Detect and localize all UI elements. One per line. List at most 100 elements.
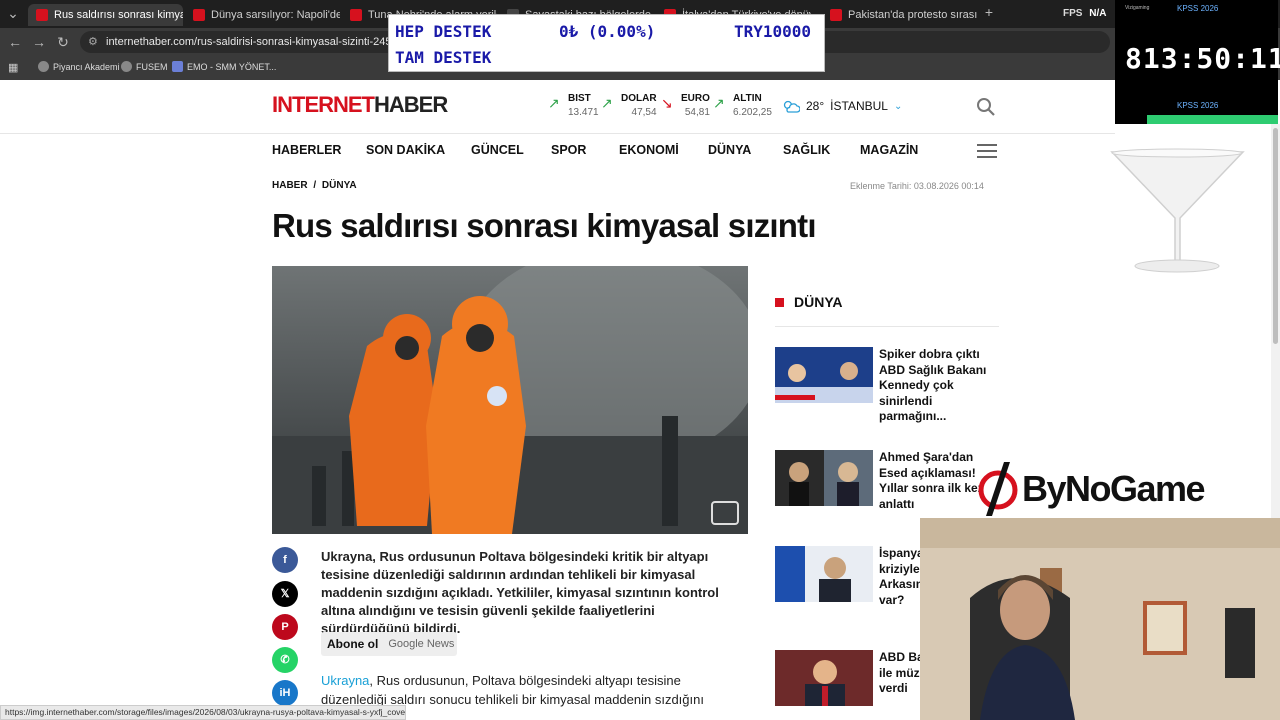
site-info-icon[interactable]: ⚙ bbox=[88, 31, 98, 53]
timer-brand: Vizigaming bbox=[1125, 5, 1150, 11]
site-logo[interactable]: INTERNETHABER bbox=[272, 92, 448, 118]
timer-label-top: KPSS 2026 bbox=[1177, 4, 1219, 13]
article-body-link[interactable]: Ukrayna bbox=[321, 673, 369, 688]
market-value: 47,54 bbox=[631, 107, 657, 118]
subscribe-label: Abone ol bbox=[327, 637, 379, 651]
fps-label: FPS bbox=[1063, 8, 1083, 19]
countdown-clock: 813:50:11 bbox=[1125, 42, 1280, 75]
weather-temp: 28° bbox=[806, 99, 825, 113]
market-name: EURO bbox=[681, 93, 710, 104]
site-header: INTERNETHABER ↗ BIST 13.471 ↗ DOLAR 47,5… bbox=[0, 80, 1115, 134]
bookmark-item[interactable]: Piyancı Akademi bbox=[38, 61, 120, 72]
favicon-icon bbox=[36, 9, 48, 21]
bookmark-item[interactable]: EMO - SMM YÖNET... bbox=[172, 61, 276, 72]
forward-icon[interactable]: → bbox=[30, 33, 48, 51]
streamer-webcam-image bbox=[920, 518, 1280, 720]
ticker-amount: 0₺ (0.00%) bbox=[559, 22, 656, 41]
bookmark-favicon-icon bbox=[121, 61, 132, 72]
tab-search-icon[interactable]: ⌄ bbox=[4, 4, 22, 22]
webcam-overlay bbox=[920, 518, 1280, 720]
trend-up-icon: ↗ bbox=[713, 95, 725, 111]
section-marker-icon bbox=[775, 297, 784, 307]
bookmark-label: EMO - SMM YÖNET... bbox=[187, 61, 277, 72]
nav-item-guncel[interactable]: GÜNCEL bbox=[471, 143, 524, 157]
partly-cloudy-icon bbox=[783, 100, 800, 113]
sponsor-text: ByNoGame bbox=[1022, 468, 1206, 509]
article-title: Rus saldırısı sonrası kimyasal sızıntı bbox=[272, 207, 816, 244]
breadcrumb-section[interactable]: DÜNYA bbox=[322, 180, 357, 191]
market-altin[interactable]: ↗ ALTIN 6.202,25 bbox=[713, 93, 772, 118]
market-value: 54,81 bbox=[684, 107, 710, 118]
bookmark-label: FUSEM bbox=[136, 61, 168, 72]
tab[interactable]: Dünya sarsılıyor: Napoli'de 40 yı ✕ bbox=[185, 4, 340, 26]
market-euro[interactable]: ↘ EURO 54,81 bbox=[661, 93, 710, 118]
market-value: 13.471 bbox=[568, 107, 599, 118]
back-icon[interactable]: ← bbox=[6, 33, 24, 51]
market-name: ALTIN bbox=[733, 93, 762, 104]
market-dolar[interactable]: ↗ DOLAR 47,54 bbox=[601, 93, 657, 118]
nav-item-son-dakika[interactable]: SON DAKİKA bbox=[366, 143, 445, 157]
news-thumbnail bbox=[775, 650, 873, 706]
facebook-share-icon[interactable]: f bbox=[272, 547, 298, 573]
ticker-label: HEP DESTEK bbox=[395, 22, 492, 41]
scrollbar-thumb[interactable] bbox=[1273, 128, 1278, 344]
tab[interactable]: Pakistan'da protesto sırasında l ✕ bbox=[822, 4, 977, 26]
internethaber-share-icon[interactable]: iH bbox=[272, 680, 298, 706]
news-thumbnail bbox=[775, 347, 873, 403]
logo-part-2: HABER bbox=[374, 92, 448, 117]
fps-value: N/A bbox=[1089, 8, 1107, 19]
article-lead: Ukrayna, Rus ordusunun Poltava bölgesind… bbox=[321, 549, 719, 636]
nav-item-magazin[interactable]: MAGAZİN bbox=[860, 143, 918, 157]
menu-icon[interactable] bbox=[977, 144, 997, 158]
weather-widget[interactable]: 28° İSTANBUL ⌄ bbox=[782, 99, 902, 113]
apps-icon[interactable]: ▦ bbox=[8, 61, 18, 74]
google-news-subscribe-button[interactable]: Abone ol Google News bbox=[321, 632, 457, 656]
weather-city: İSTANBUL bbox=[830, 99, 888, 113]
bookmark-favicon-icon bbox=[172, 61, 183, 72]
article-date: Eklenme Tarihi: 03.08.2026 00:14 bbox=[850, 181, 984, 191]
nav-item-haberler[interactable]: HABERLER bbox=[272, 143, 341, 157]
article-hero-image[interactable] bbox=[272, 266, 748, 534]
nav-item-ekonomi[interactable]: EKONOMİ bbox=[619, 143, 679, 157]
tab-title: Rus saldırısı sonrası kimyasal sız bbox=[54, 9, 183, 21]
favicon-icon bbox=[193, 9, 205, 21]
pinterest-share-icon[interactable]: P bbox=[272, 614, 298, 640]
logo-part-1: INTERNET bbox=[272, 92, 375, 117]
favicon-icon bbox=[830, 9, 842, 21]
reload-icon[interactable]: ↻ bbox=[54, 33, 72, 51]
news-thumbnail bbox=[775, 546, 873, 602]
market-name: BIST bbox=[568, 93, 591, 104]
nav-item-dunya[interactable]: DÜNYA bbox=[708, 143, 751, 157]
timer-progress-bar bbox=[1147, 115, 1278, 124]
whatsapp-share-icon[interactable]: ✆ bbox=[272, 647, 298, 673]
trend-down-icon: ↘ bbox=[661, 95, 673, 111]
cocktail-glass-ad-image[interactable] bbox=[1110, 148, 1245, 276]
market-bist[interactable]: ↗ BIST 13.471 bbox=[548, 93, 599, 118]
timer-label-bottom: KPSS 2026 bbox=[1177, 101, 1219, 110]
tab-title: Pakistan'da protesto sırasında l bbox=[848, 9, 977, 21]
trend-up-icon: ↗ bbox=[601, 95, 613, 111]
hazmat-workers-image bbox=[272, 266, 748, 534]
breadcrumb-separator: / bbox=[313, 180, 317, 191]
sidebar-title: DÜNYA bbox=[775, 294, 843, 310]
chevron-down-icon[interactable]: ⌄ bbox=[894, 101, 902, 112]
main-nav: HABERLER SON DAKİKA GÜNCEL SPOR EKONOMİ … bbox=[0, 134, 1115, 168]
donation-ticker: HEP DESTEK 0₺ (0.00%) TRY10000 TAM DESTE… bbox=[388, 14, 825, 72]
tab-active[interactable]: Rus saldırısı sonrası kimyasal sız ✕ bbox=[28, 4, 183, 26]
market-name: DOLAR bbox=[621, 93, 657, 104]
x-share-icon[interactable]: 𝕏 bbox=[272, 581, 298, 607]
nav-item-saglik[interactable]: SAĞLIK bbox=[783, 143, 830, 157]
tab-title: Dünya sarsılıyor: Napoli'de 40 yı bbox=[211, 9, 340, 21]
sponsor-logo: ByNoGame bbox=[978, 462, 1206, 516]
fps-indicator: FPS N/A bbox=[1063, 8, 1106, 19]
search-icon[interactable] bbox=[976, 97, 996, 117]
nav-item-spor[interactable]: SPOR bbox=[551, 143, 586, 157]
favicon-icon bbox=[350, 9, 362, 21]
ticker-label-2: TAM DESTEK bbox=[395, 48, 492, 67]
breadcrumb-root[interactable]: HABER bbox=[272, 180, 308, 191]
divider bbox=[775, 326, 999, 327]
bookmark-item[interactable]: FUSEM bbox=[121, 61, 168, 72]
google-news-logo: Google News bbox=[388, 638, 455, 650]
bynogame-logo-icon bbox=[978, 462, 1018, 516]
new-tab-icon[interactable]: + bbox=[980, 3, 998, 21]
